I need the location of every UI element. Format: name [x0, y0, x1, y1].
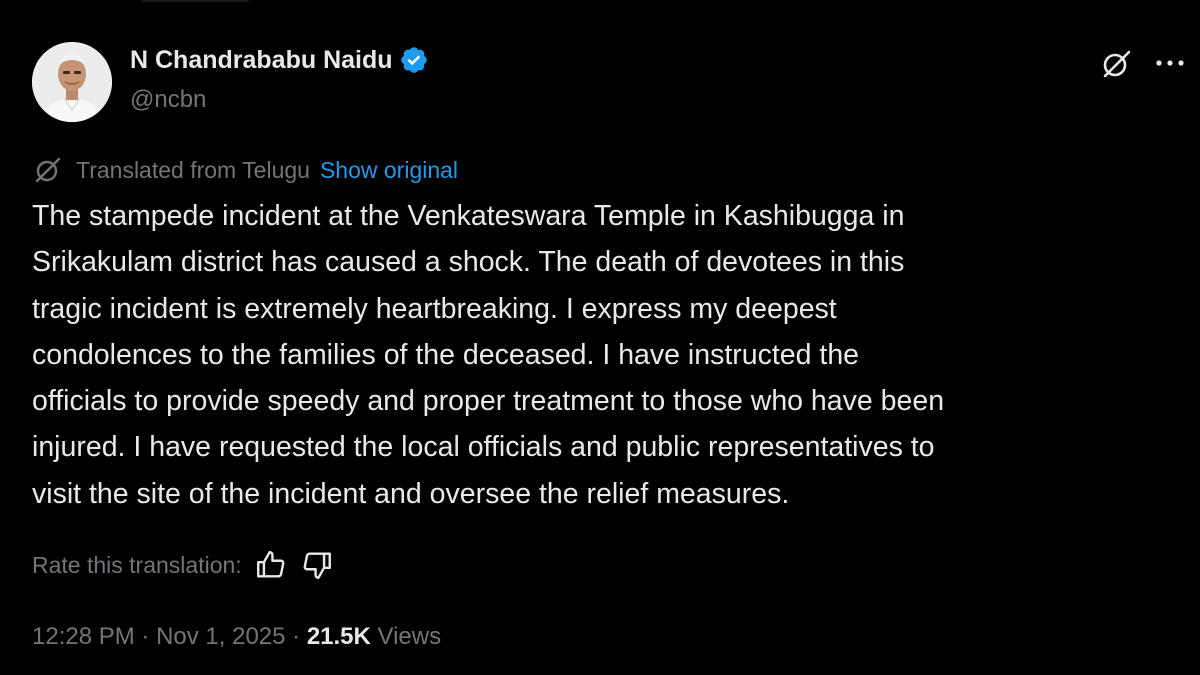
tweet-text-line: The stampede incident at the Venkateswar… [32, 200, 905, 232]
tweet-card[interactable]: N Chandrababu Naidu @ncbn Translated fro… [0, 0, 1200, 675]
show-original-link[interactable]: Show original [320, 155, 458, 185]
tweet-text-line: condolences to the families of the decea… [32, 338, 860, 371]
meta-separator: · [285, 623, 307, 650]
translated-from-label: Translated from Telugu [76, 157, 310, 183]
avatar-image [32, 42, 112, 122]
author-handle[interactable]: @ncbn [130, 84, 206, 116]
tweet-text: The stampede incident at the Venkateswar… [32, 193, 1197, 517]
author-row: N Chandrababu Naidu [130, 44, 429, 76]
views-count: 21.5K [306, 623, 371, 650]
tweet-text-line: tragic incident is extremely heartbreaki… [32, 292, 837, 325]
grok-icon[interactable] [1098, 46, 1134, 82]
tweet-text-line: Srikakulam district has caused a shock. … [32, 246, 905, 279]
author-display-name[interactable]: N Chandrababu Naidu [130, 44, 393, 76]
post-time[interactable]: 12:28 PM [32, 623, 135, 650]
tweet-text-line: officials to provide speedy and proper t… [32, 385, 945, 418]
tweet-text-line: injured. I have requested the local offi… [32, 431, 935, 464]
more-options-icon[interactable] [1152, 48, 1188, 78]
meta-separator: · [134, 623, 157, 650]
post-date[interactable]: Nov 1, 2025 [156, 623, 285, 650]
translation-notice: Translated from Telugu Show original [32, 154, 458, 186]
thumbs-up-icon[interactable] [254, 548, 288, 582]
thumbs-down-icon[interactable] [300, 548, 334, 582]
avatar[interactable] [32, 42, 112, 122]
rate-translation: Rate this translation: [32, 548, 334, 582]
verified-badge-icon[interactable] [399, 45, 429, 75]
tweet-text-line: visit the site of the incident and overs… [32, 477, 790, 510]
rate-translation-label: Rate this translation: [32, 552, 242, 578]
translate-icon [32, 154, 64, 186]
views-label: Views [370, 623, 442, 650]
tweet-meta: 12:28 PM · Nov 1, 2025 · 21.5K Views [32, 621, 441, 653]
